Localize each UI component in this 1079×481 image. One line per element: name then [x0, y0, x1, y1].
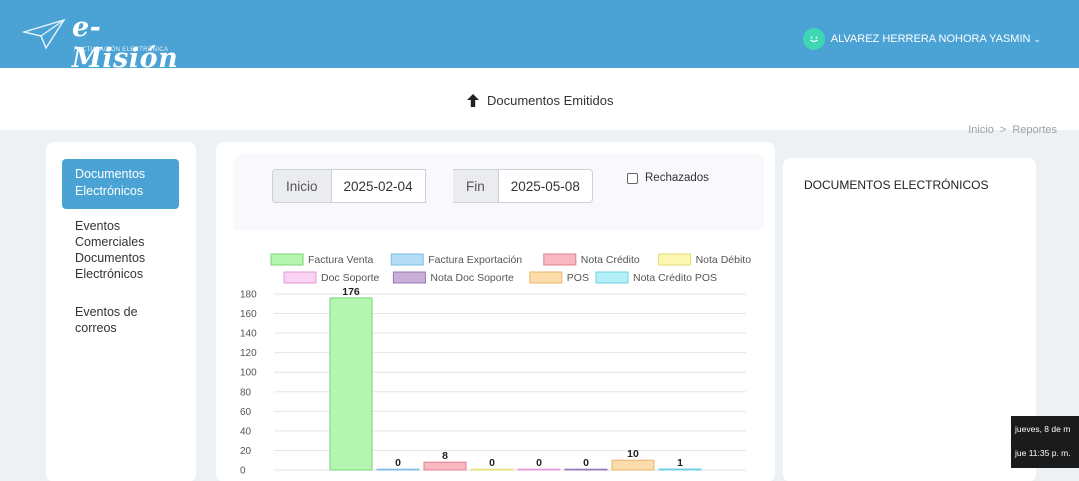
- sidebar-item-label: Comerciales: [75, 235, 145, 249]
- legend-swatch[interactable]: [392, 271, 426, 284]
- page-title-text: Documentos Emitidos: [487, 93, 614, 108]
- sidebar: Documentos Electrónicos Eventos Comercia…: [46, 142, 196, 481]
- y-tick-label: 60: [240, 407, 252, 418]
- sidebar-item-documentos-electronicos[interactable]: Documentos Electrónicos: [62, 159, 179, 209]
- y-tick-label: 0: [240, 466, 246, 477]
- bar-doc-soporte[interactable]: [517, 468, 561, 471]
- legend-label[interactable]: Nota Crédito: [581, 254, 640, 266]
- tooltip-date: jueves, 8 de m: [1015, 424, 1071, 434]
- bar-nota-d-bito[interactable]: [470, 468, 514, 471]
- legend-label[interactable]: POS: [567, 272, 589, 284]
- bar-pos[interactable]: [611, 459, 655, 471]
- rejected-checkbox[interactable]: Rechazados: [627, 172, 709, 184]
- user-avatar: [802, 28, 825, 50]
- sidebar-item-eventos-comerciales[interactable]: Eventos Comerciales Documentos Electróni…: [75, 218, 145, 282]
- chevron-down-icon: ⌄: [1033, 33, 1041, 44]
- app-logo[interactable]: e-Misión FACTURACIÓN ELECTRÓNICA: [22, 12, 182, 74]
- report-panel: Inicio 2025-02-04 Fin 2025-05-08 Rechaza…: [216, 142, 775, 481]
- taskbar-clock-tooltip: jueves, 8 de m jue 11:35 p. m.: [1011, 416, 1079, 468]
- bar-value-label: 0: [489, 457, 495, 469]
- sidebar-item-label: Electrónicos: [75, 184, 144, 198]
- page-title: Documentos Emitidos: [467, 93, 613, 108]
- start-date-input[interactable]: 2025-02-04: [331, 169, 426, 203]
- end-date-label: Fin: [453, 169, 499, 203]
- y-tick-label: 80: [240, 387, 252, 398]
- sidebar-item-label: Documentos: [75, 167, 146, 181]
- rejected-label: Rechazados: [645, 172, 709, 184]
- summary-panel: DOCUMENTOS ELECTRÓNICOS: [783, 158, 1036, 481]
- breadcrumb: Inicio > Reportes: [968, 124, 1057, 136]
- bar-nota-cr-dito[interactable]: [423, 461, 467, 471]
- breadcrumb-home[interactable]: Inicio: [968, 124, 994, 136]
- summary-panel-title: DOCUMENTOS ELECTRÓNICOS: [804, 178, 989, 192]
- bar-value-label: 0: [536, 457, 542, 469]
- bar-value-label: 0: [395, 457, 401, 469]
- legend-label[interactable]: Factura Venta: [308, 254, 374, 266]
- legend-label[interactable]: Doc Soporte: [321, 272, 380, 284]
- legend-label[interactable]: Nota Débito: [696, 254, 752, 266]
- bar-value-label: 10: [627, 448, 639, 460]
- paper-plane-icon: [22, 18, 66, 50]
- legend-swatch[interactable]: [529, 271, 563, 284]
- legend-label[interactable]: Nota Doc Soporte: [430, 272, 514, 284]
- sidebar-item-label: Eventos de: [75, 305, 138, 319]
- legend-swatch[interactable]: [390, 253, 424, 266]
- documents-bar-chart: Factura Venta Factura Exportación Nota Cré…: [240, 253, 752, 477]
- sidebar-item-label: Electrónicos: [75, 267, 144, 281]
- smile-icon: [809, 36, 818, 43]
- legend-swatch[interactable]: [658, 253, 692, 266]
- tooltip-time: jue 11:35 p. m.: [1015, 448, 1071, 458]
- date-filter-bar: Inicio 2025-02-04 Fin 2025-05-08 Rechaza…: [234, 154, 764, 230]
- bar-factura-exportaci-n[interactable]: [376, 468, 420, 471]
- start-date-label: Inicio: [272, 169, 332, 203]
- legend-swatch[interactable]: [283, 271, 317, 284]
- legend-label[interactable]: Factura Exportación: [428, 254, 522, 266]
- logo-title: e-Misión: [72, 12, 179, 74]
- legend-swatch[interactable]: [543, 253, 577, 266]
- bar-value-label: 1: [677, 457, 683, 469]
- sidebar-item-label: Eventos: [75, 219, 121, 233]
- bar-factura-venta[interactable]: [329, 297, 373, 471]
- end-date-group: Fin 2025-05-08: [453, 169, 593, 203]
- bar-nota-cr-dito-pos[interactable]: [658, 468, 702, 471]
- start-date-group: Inicio 2025-02-04: [272, 169, 426, 203]
- y-tick-label: 40: [240, 426, 252, 437]
- end-date-input[interactable]: 2025-05-08: [498, 169, 593, 203]
- sidebar-item-label: correos: [75, 321, 117, 335]
- legend-label[interactable]: Nota Crédito POS: [633, 272, 717, 284]
- sidebar-item-eventos-correos[interactable]: Eventos de correos: [75, 304, 138, 336]
- bar-value-label: 176: [342, 286, 360, 298]
- legend-swatch[interactable]: [595, 271, 629, 284]
- y-tick-label: 180: [240, 290, 257, 301]
- breadcrumb-separator: >: [999, 124, 1007, 136]
- sidebar-item-label: Documentos: [75, 251, 146, 265]
- user-name: ALVAREZ HERRERA NOHORA YASMIN: [830, 33, 1031, 45]
- breadcrumb-current: Reportes: [1012, 124, 1057, 136]
- y-tick-label: 100: [240, 368, 257, 379]
- y-tick-label: 20: [240, 446, 252, 457]
- arrow-up-icon: [467, 94, 479, 107]
- user-menu[interactable]: ALVAREZ HERRERA NOHORA YASMIN ⌄: [802, 28, 1041, 50]
- logo-subtitle: FACTURACIÓN ELECTRÓNICA: [74, 47, 169, 53]
- top-navbar: e-Misión FACTURACIÓN ELECTRÓNICA ALVAREZ…: [0, 0, 1079, 74]
- page-header: Documentos Emitidos: [0, 68, 1079, 130]
- checkbox-box[interactable]: [627, 172, 638, 184]
- bar-value-label: 0: [583, 457, 589, 469]
- bar-nota-doc-soporte[interactable]: [564, 468, 608, 471]
- y-tick-label: 120: [240, 348, 257, 359]
- y-tick-label: 160: [240, 309, 257, 320]
- bar-value-label: 8: [442, 450, 448, 462]
- legend-swatch[interactable]: [270, 253, 304, 266]
- y-tick-label: 140: [240, 329, 257, 340]
